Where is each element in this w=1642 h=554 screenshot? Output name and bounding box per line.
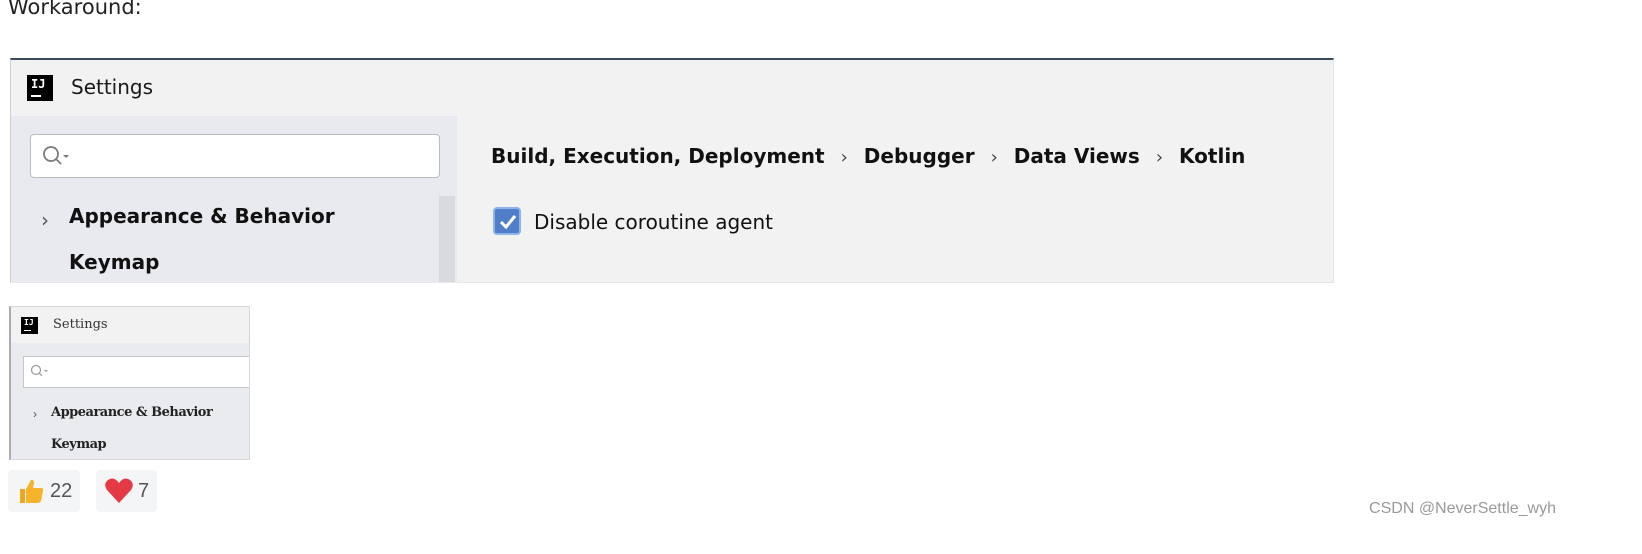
page: Workaround: IJ Settings › Appearance & B… [0,0,1642,554]
breadcrumb-item[interactable]: Build, Execution, Deployment [491,144,825,168]
search-icon [43,146,69,165]
chevron-right-icon: › [840,147,848,168]
tree-item-appearance[interactable]: Appearance & Behavior [69,204,335,228]
disable-coroutine-checkbox[interactable] [493,207,521,235]
settings-search-input[interactable] [30,134,440,178]
like-button[interactable]: 22 [8,470,81,512]
chevron-right-icon: › [1155,147,1164,168]
checkmark-icon [499,215,517,230]
intellij-logo-icon: IJ [27,75,53,101]
section-heading: Workaround: [8,0,142,19]
thumbs-up-icon [20,479,44,503]
checkbox-label[interactable]: Disable coroutine agent [534,210,773,234]
chevron-right-icon[interactable]: › [41,208,49,232]
breadcrumb: Build, Execution, Deployment › Debugger › Da… [491,144,1245,168]
heart-button[interactable]: 7 [96,470,158,512]
heart-icon [105,478,133,503]
settings-titlebar: IJ Settings [11,60,1333,116]
intellij-logo-icon: IJ [21,317,38,334]
thumbnail-search [23,356,249,388]
thumbnail-sidebar: › Appearance & Behavior Keymap [11,343,249,459]
heart-count: 7 [138,479,150,502]
breadcrumb-item[interactable]: Kotlin [1179,144,1245,168]
breadcrumb-item[interactable]: Data Views [1014,144,1140,168]
settings-screenshot: IJ Settings › Appearance & Behavior Keym… [10,58,1334,283]
thumbnail-title: Settings [53,317,108,332]
watermark: CSDN @NeverSettle_wyh [1369,500,1556,517]
settings-title: Settings [71,75,154,99]
settings-sidebar: › Appearance & Behavior Keymap [11,116,457,282]
chevron-right-icon: › [990,147,998,168]
like-count: 22 [50,479,73,502]
search-icon [30,364,48,377]
chevron-right-icon: › [33,407,37,421]
thumbnail-tree-item: Appearance & Behavior [51,405,213,420]
sidebar-scrollbar[interactable] [439,196,455,282]
thumbnail-tree-item: Keymap [51,437,107,452]
settings-thumbnail[interactable]: IJ Settings › Appearance & Behavior Keym… [9,306,250,460]
tree-item-keymap[interactable]: Keymap [69,250,159,274]
breadcrumb-item[interactable]: Debugger [864,144,975,168]
